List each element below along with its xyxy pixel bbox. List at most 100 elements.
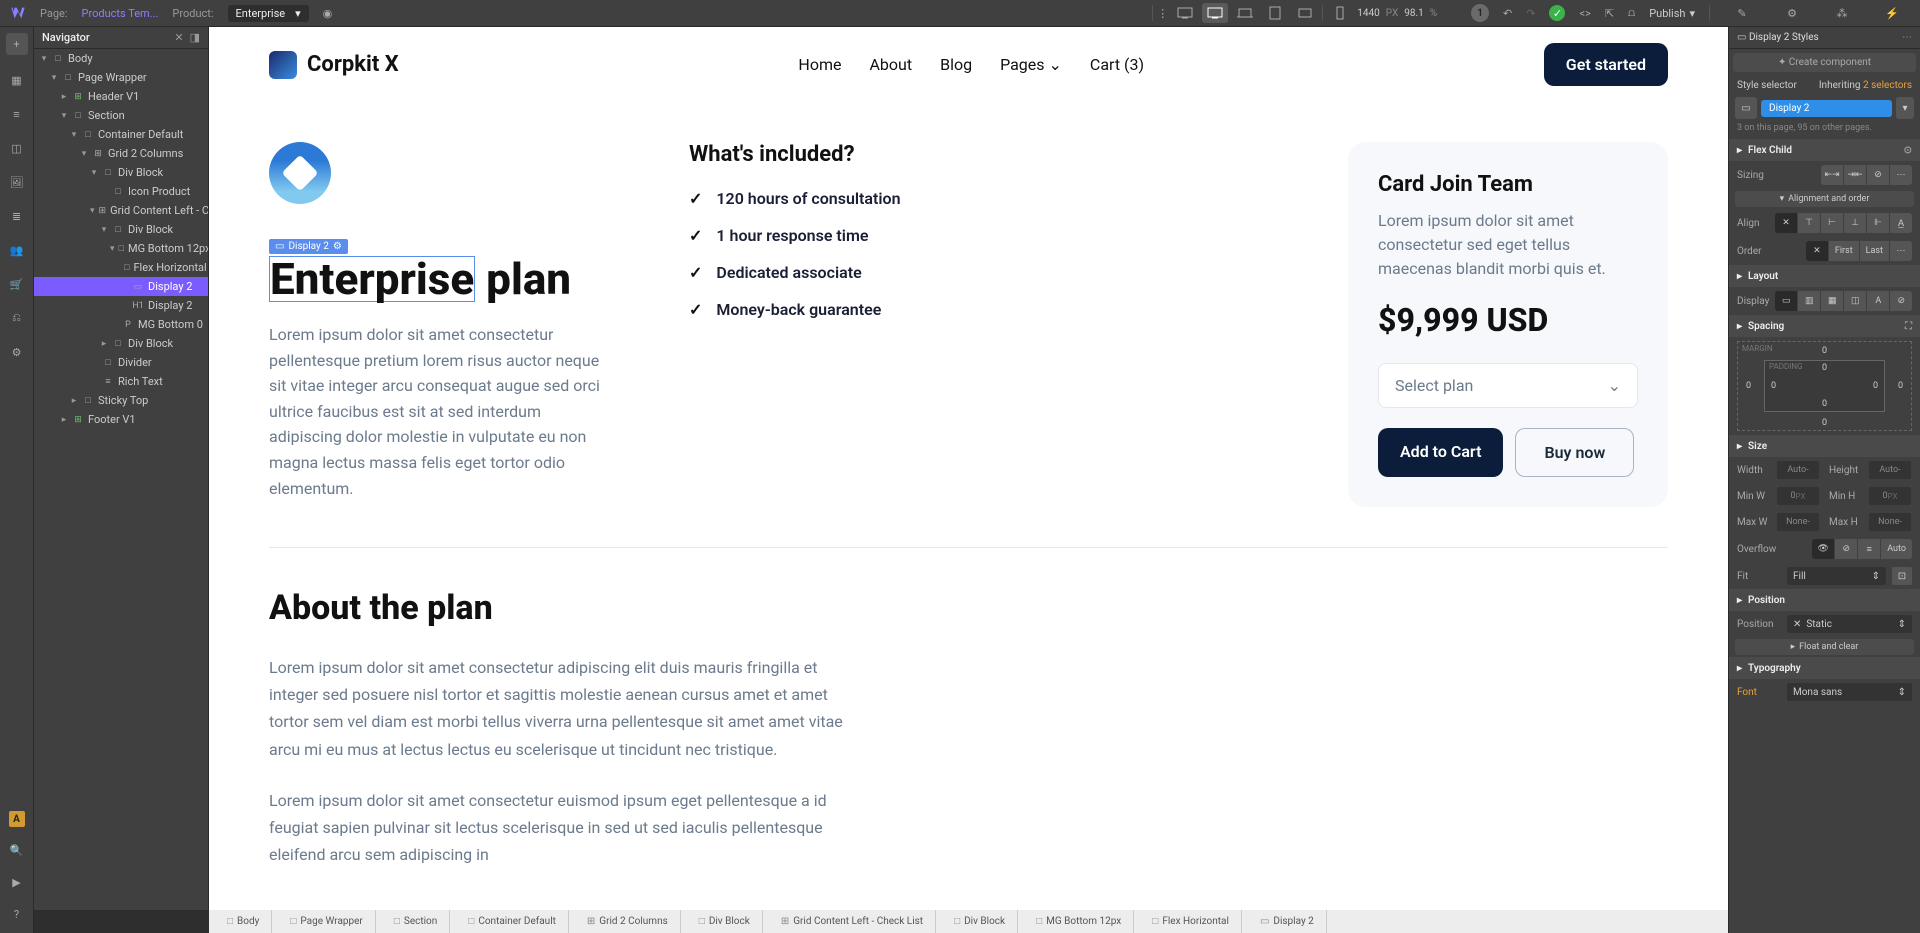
nav-blog[interactable]: Blog	[940, 55, 972, 74]
tree-row[interactable]: □Divider	[34, 353, 208, 372]
width-input[interactable]: Auto -	[1777, 461, 1819, 479]
status-check-icon[interactable]: ✓	[1549, 5, 1565, 21]
notification-badge[interactable]: 1	[1471, 4, 1489, 22]
page-name-link[interactable]: Products Tem...	[82, 7, 159, 20]
inheriting-count[interactable]: 2 selectors	[1863, 80, 1912, 91]
device-tablet-button[interactable]	[1262, 3, 1288, 23]
tree-row[interactable]: ▾□Body	[34, 49, 208, 68]
target-icon[interactable]: ⊙	[1904, 145, 1912, 156]
tree-row[interactable]: ▾□Div Block	[34, 163, 208, 182]
overflow-hidden-button[interactable]: ⊘	[1835, 539, 1857, 559]
redo-icon[interactable]: ↷	[1526, 7, 1535, 20]
order-first-button[interactable]: First	[1829, 241, 1859, 261]
audit-icon[interactable]: ⩍	[1628, 6, 1635, 20]
breadcrumb-item[interactable]: □ Body	[209, 910, 272, 933]
video-icon[interactable]: ▶	[8, 873, 26, 891]
tree-row[interactable]: □Flex Horizontal	[34, 258, 208, 277]
users-icon[interactable]: 👥	[8, 241, 26, 259]
section-size[interactable]: ▸ Size	[1729, 435, 1920, 457]
add-icon[interactable]: +	[6, 33, 28, 55]
assets-icon[interactable]: 🖼	[8, 173, 26, 191]
overflow-visible-button[interactable]: 👁	[1812, 539, 1834, 559]
minh-input[interactable]: 0 PX	[1869, 487, 1911, 505]
font-select[interactable]: Mona sans⇕	[1787, 683, 1912, 701]
align-end-button[interactable]: ⊥	[1844, 213, 1866, 233]
breadcrumb-item[interactable]: □ Page Wrapper	[272, 910, 375, 933]
breadcrumb-item[interactable]: □ Div Block	[681, 910, 763, 933]
nav-pages[interactable]: Pages ⌄	[1000, 55, 1062, 74]
selector-context-icon[interactable]: ▭	[1735, 97, 1757, 119]
section-position[interactable]: ▸ Position	[1729, 589, 1920, 611]
tree-row[interactable]: ▾□Div Block	[34, 220, 208, 239]
tree-row[interactable]: ▾□Page Wrapper	[34, 68, 208, 87]
sizing-none-button[interactable]: ⊘	[1867, 165, 1889, 185]
components-icon[interactable]: ◫	[8, 139, 26, 157]
tree-row[interactable]: H1Display 2	[34, 296, 208, 315]
fit-select[interactable]: Fill⇕	[1787, 567, 1886, 585]
navigator-icon[interactable]: ≡	[8, 105, 26, 123]
tree-row[interactable]: PMG Bottom 0	[34, 315, 208, 334]
cms-icon[interactable]: ≣	[8, 207, 26, 225]
device-laptop-button[interactable]	[1232, 3, 1258, 23]
tree-row[interactable]: ▾⊞Grid Content Left - Ch	[34, 201, 208, 220]
alignment-order-toggle[interactable]: ▾ Alignment and order	[1735, 191, 1914, 207]
tree-row[interactable]: ≡Rich Text	[34, 372, 208, 391]
pages-icon[interactable]: ▦	[8, 71, 26, 89]
breadcrumb-item[interactable]: □ Container Default	[450, 910, 569, 933]
device-mobile-l-button[interactable]	[1292, 3, 1318, 23]
minw-input[interactable]: 0 PX	[1777, 487, 1819, 505]
more-icon[interactable]: ⋯	[1902, 32, 1912, 43]
device-xl-button[interactable]	[1172, 3, 1198, 23]
selection-tag[interactable]: ▭ Display 2 ⚙	[269, 239, 348, 254]
more-icon[interactable]: ⋮	[1157, 7, 1168, 20]
code-icon[interactable]: <>	[1579, 7, 1590, 20]
state-dropdown[interactable]: ▾	[1896, 97, 1914, 119]
tree-row[interactable]: ▾⊞Grid 2 Columns	[34, 144, 208, 163]
breadcrumb-item[interactable]: □ Div Block	[936, 910, 1018, 933]
breadcrumb-item[interactable]: ⊞ Grid Content Left - Check List	[763, 910, 936, 933]
maxh-input[interactable]: None -	[1869, 513, 1911, 531]
align-center-button[interactable]: ⊢	[1821, 213, 1843, 233]
breadcrumb-item[interactable]: □ Flex Horizontal	[1134, 910, 1242, 933]
display-none-button[interactable]: ⊘	[1890, 291, 1912, 311]
device-mobile-button[interactable]	[1327, 3, 1353, 23]
breadcrumb-item[interactable]: □ MG Bottom 12px	[1018, 910, 1134, 933]
search-icon[interactable]: 🔍	[8, 841, 26, 859]
section-layout[interactable]: ▸ Layout	[1729, 265, 1920, 287]
overflow-scroll-button[interactable]: ≡	[1858, 539, 1880, 559]
add-to-cart-button[interactable]: Add to Cart	[1378, 428, 1503, 477]
display-inline-block-button[interactable]: ◫	[1844, 291, 1866, 311]
expand-icon[interactable]: ⛶	[1905, 321, 1912, 332]
interactions-icon[interactable]: ⁂	[1824, 0, 1860, 27]
preview-icon[interactable]: ◉	[323, 7, 333, 20]
spacing-editor[interactable]: MARGIN 0 0 0 0 PADDING 0 0 0 0	[1737, 341, 1912, 431]
display-flex-button[interactable]: ▥	[1798, 291, 1820, 311]
display-block-button[interactable]: ▭	[1775, 291, 1797, 311]
site-logo[interactable]: Corpkit X	[269, 51, 399, 79]
more-button[interactable]: ⋯	[1890, 165, 1912, 185]
webflow-logo-icon[interactable]	[10, 5, 26, 21]
export-icon[interactable]: ⇱	[1605, 7, 1614, 20]
align-auto-button[interactable]: ✕	[1775, 213, 1797, 233]
collapse-icon[interactable]: ✕	[174, 31, 183, 44]
tree-row[interactable]: ▸⊞Header V1	[34, 87, 208, 106]
tree-row[interactable]: ▸□Div Block	[34, 334, 208, 353]
tree-row[interactable]: ▭Display 2	[34, 277, 208, 296]
float-clear-toggle[interactable]: ▸ Float and clear	[1735, 639, 1914, 655]
effects-icon[interactable]: ⚡	[1874, 0, 1910, 27]
align-stretch-button[interactable]: ⊩	[1867, 213, 1889, 233]
section-flex-child[interactable]: ▸ Flex Child⊙	[1729, 139, 1920, 161]
nav-home[interactable]: Home	[798, 55, 841, 74]
tree-row[interactable]: ▾□MG Bottom 12px	[34, 239, 208, 258]
sizing-shrink-button[interactable]: ⇤⇥	[1821, 165, 1843, 185]
plan-name-selected[interactable]: Enterprise	[269, 256, 475, 302]
align-start-button[interactable]: ⊤	[1798, 213, 1820, 233]
apps-icon[interactable]: A	[9, 811, 25, 827]
get-started-button[interactable]: Get started	[1544, 43, 1668, 86]
breadcrumb-item[interactable]: ⊞ Grid 2 Columns	[569, 910, 681, 933]
selector-tag[interactable]: Display 2	[1761, 100, 1892, 117]
publish-button[interactable]: Publish ▾	[1649, 7, 1695, 20]
canvas[interactable]: Corpkit X Home About Blog Pages ⌄ Cart (…	[209, 27, 1728, 910]
section-spacing[interactable]: ▸ Spacing⛶	[1729, 315, 1920, 337]
more-button[interactable]: ⋯	[1890, 241, 1912, 261]
